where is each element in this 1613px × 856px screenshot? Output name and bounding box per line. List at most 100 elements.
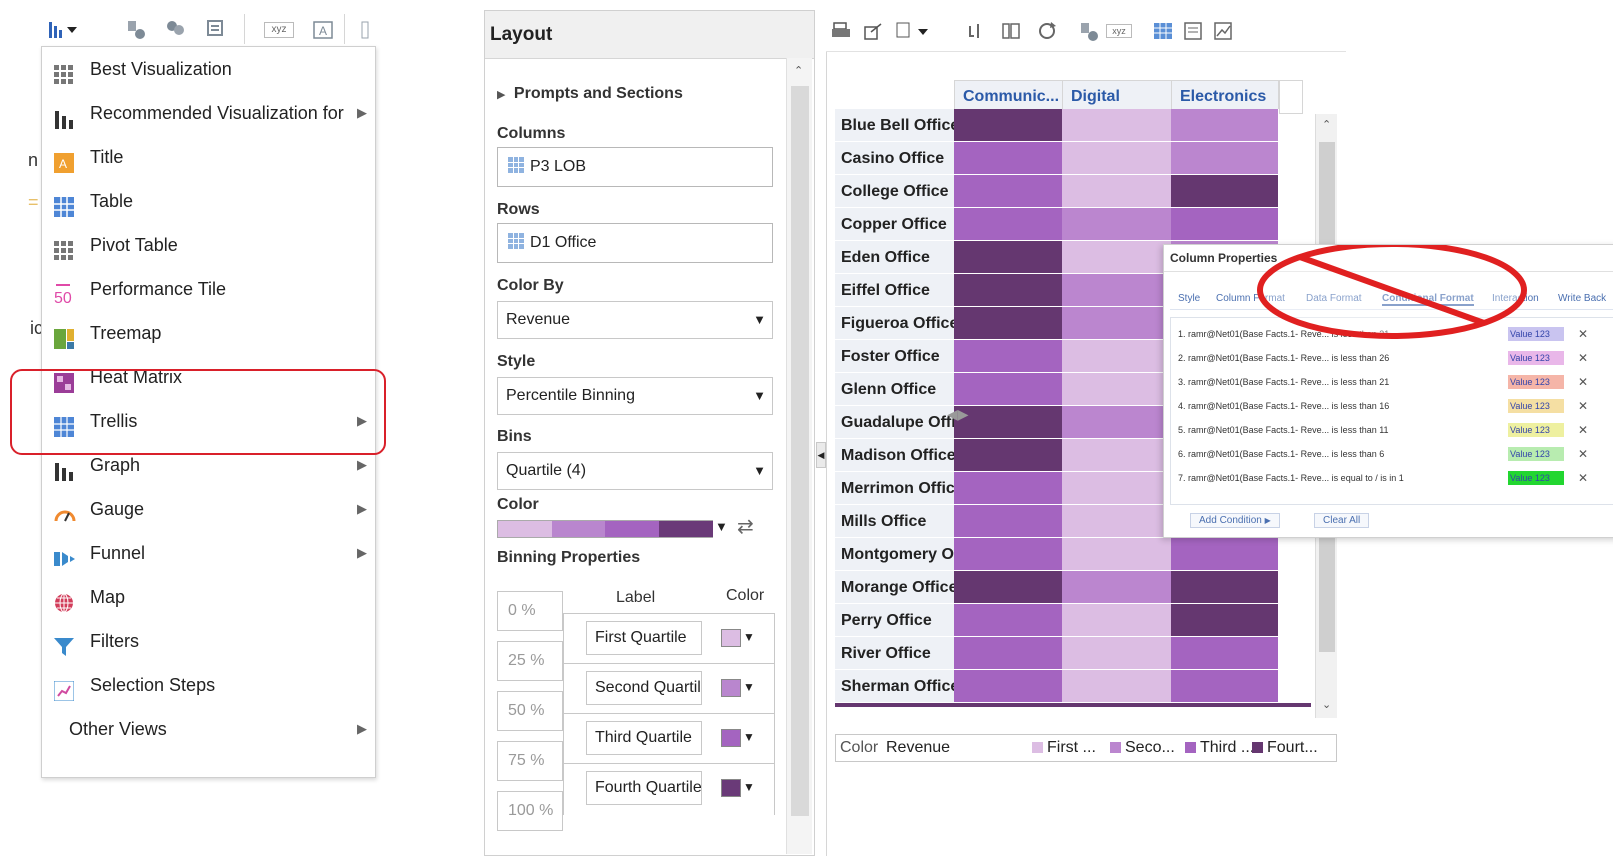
scroll-up-icon[interactable]: ⌃ — [1322, 118, 1331, 131]
heat-cell[interactable] — [954, 208, 1064, 241]
print-icon[interactable] — [830, 20, 852, 42]
heat-cell[interactable] — [1062, 670, 1172, 703]
color-palette-select[interactable] — [497, 520, 713, 538]
clear-all-button[interactable]: Clear All — [1314, 513, 1370, 528]
scroll-up-icon[interactable]: ⌃ — [794, 64, 803, 77]
swap-colors-icon[interactable]: ⇄ — [737, 514, 754, 539]
legend-entry[interactable]: Third ... — [1185, 735, 1254, 761]
heat-cell[interactable] — [1171, 604, 1279, 637]
drag-handle-icon[interactable]: ◀▶ — [947, 406, 969, 423]
heat-cell[interactable] — [954, 340, 1064, 373]
add-condition-button[interactable]: Add Condition ▶ — [1190, 513, 1280, 528]
heat-cell[interactable] — [1062, 307, 1172, 340]
bins-select[interactable]: Quartile (4) ▼ — [497, 452, 773, 490]
report-icon[interactable] — [205, 18, 227, 40]
menu-item-selection-steps[interactable]: Selection Steps — [42, 665, 375, 705]
heat-cell[interactable] — [954, 109, 1064, 142]
heat-cell[interactable] — [954, 571, 1064, 604]
heat-cell[interactable] — [954, 274, 1064, 307]
heat-cell[interactable] — [954, 670, 1064, 703]
bin-percent-input[interactable]: 50 % — [497, 691, 563, 731]
delete-condition-icon[interactable]: ✕ — [1578, 323, 1588, 345]
tab-style[interactable]: Style — [1178, 293, 1200, 304]
heat-cell[interactable] — [1062, 538, 1172, 571]
heat-cell[interactable] — [1062, 604, 1172, 637]
heat-cell[interactable] — [1062, 274, 1172, 307]
menu-item-performance-tile[interactable]: 50 Performance Tile — [42, 269, 375, 309]
heat-cell[interactable] — [1171, 142, 1279, 175]
heat-cell[interactable] — [1062, 208, 1172, 241]
heat-cell[interactable] — [1171, 109, 1279, 142]
menu-item-table[interactable]: Table — [42, 181, 375, 221]
delete-condition-icon[interactable]: ✕ — [1578, 347, 1588, 369]
heat-cell[interactable] — [1171, 571, 1279, 604]
heat-cell[interactable] — [954, 439, 1064, 472]
heat-cell[interactable] — [1062, 439, 1172, 472]
bin-label-input[interactable]: Second Quartil — [586, 671, 702, 705]
bin-color-dropdown-icon[interactable]: ▼ — [743, 780, 755, 794]
heat-cell[interactable] — [1062, 373, 1172, 406]
bin-label-input[interactable]: First Quartile — [586, 621, 702, 655]
palette-dropdown-icon[interactable]: ▼ — [715, 519, 728, 534]
menu-item-map[interactable]: Map — [42, 577, 375, 617]
condition-row[interactable]: 6. ramr@Net01(Base Facts.1- Reve... is l… — [1178, 443, 1613, 465]
delete-condition-icon[interactable]: ✕ — [1578, 467, 1588, 489]
condition-row[interactable]: 2. ramr@Net01(Base Facts.1- Reve... is l… — [1178, 347, 1613, 369]
columns-drop-target[interactable]: P3 LOB — [497, 147, 773, 187]
delete-condition-icon[interactable]: ✕ — [1578, 395, 1588, 417]
delete-condition-icon[interactable]: ✕ — [1578, 419, 1588, 441]
menu-item-funnel[interactable]: Funnel ▶ — [42, 533, 375, 573]
condition-format-chip[interactable]: Value 123 — [1508, 447, 1564, 461]
bin-percent-input[interactable]: 0 % — [497, 591, 563, 631]
pivot-icon[interactable] — [1182, 20, 1204, 42]
heat-cell[interactable] — [954, 406, 1064, 439]
heat-cell[interactable] — [1062, 571, 1172, 604]
bin-color-dropdown-icon[interactable]: ▼ — [743, 730, 755, 744]
color-by-select[interactable]: Revenue ▼ — [497, 301, 773, 339]
menu-item-recommended-visualization-for[interactable]: Recommended Visualization for ▶ — [42, 93, 375, 133]
scroll-thumb[interactable] — [791, 86, 809, 816]
legend-entry[interactable]: First ... — [1032, 735, 1096, 761]
heat-cell[interactable] — [1062, 241, 1172, 274]
heat-cell[interactable] — [1171, 175, 1279, 208]
bin-color-swatch[interactable] — [721, 729, 741, 747]
heat-cell[interactable] — [1062, 142, 1172, 175]
export-icon[interactable] — [862, 20, 884, 42]
bin-label-input[interactable]: Fourth Quartile — [586, 771, 702, 805]
style-select[interactable]: Percentile Binning ▼ — [497, 377, 773, 415]
bin-color-dropdown-icon[interactable]: ▼ — [743, 680, 755, 694]
heat-cell[interactable] — [1062, 175, 1172, 208]
menu-item-other-views[interactable]: Other Views ▶ — [42, 709, 375, 749]
bin-percent-input[interactable]: 75 % — [497, 741, 563, 781]
people-icon[interactable] — [164, 18, 186, 40]
heat-cell[interactable] — [1062, 637, 1172, 670]
rows-drop-target[interactable]: D1 Office — [497, 223, 773, 263]
columns-icon[interactable] — [1000, 20, 1022, 42]
menu-item-treemap[interactable]: Treemap — [42, 313, 375, 353]
menu-item-filters[interactable]: Filters — [42, 621, 375, 661]
condition-row[interactable]: 7. ramr@Net01(Base Facts.1- Reve... is e… — [1178, 467, 1613, 489]
chart-icon[interactable] — [1212, 20, 1234, 42]
heat-cell[interactable] — [1171, 538, 1279, 571]
bin-percent-input[interactable]: 25 % — [497, 641, 563, 681]
condition-format-chip[interactable]: Value 123 — [1508, 375, 1564, 389]
tab-write-back[interactable]: Write Back — [1558, 293, 1606, 304]
menu-item-title[interactable]: A Title — [42, 137, 375, 177]
condition-format-chip[interactable]: Value 123 — [1508, 423, 1564, 437]
bin-color-swatch[interactable] — [721, 679, 741, 697]
heat-cell[interactable] — [954, 637, 1064, 670]
text-format-icon[interactable]: A — [312, 18, 334, 40]
heat-cell[interactable] — [1062, 109, 1172, 142]
menu-item-gauge[interactable]: Gauge ▶ — [42, 489, 375, 529]
bin-color-swatch[interactable] — [721, 779, 741, 797]
heat-cell[interactable] — [1171, 637, 1279, 670]
condition-row[interactable]: 3. ramr@Net01(Base Facts.1- Reve... is l… — [1178, 371, 1613, 393]
bin-label-input[interactable]: Third Quartile — [586, 721, 702, 755]
heat-cell[interactable] — [954, 142, 1064, 175]
layout-scrollbar[interactable]: ⌃ — [786, 58, 812, 854]
heat-cell[interactable] — [954, 373, 1064, 406]
table-icon[interactable] — [1152, 20, 1174, 42]
heat-cell[interactable] — [954, 175, 1064, 208]
heat-cell[interactable] — [1171, 670, 1279, 703]
bin-color-dropdown-icon[interactable]: ▼ — [743, 630, 755, 644]
